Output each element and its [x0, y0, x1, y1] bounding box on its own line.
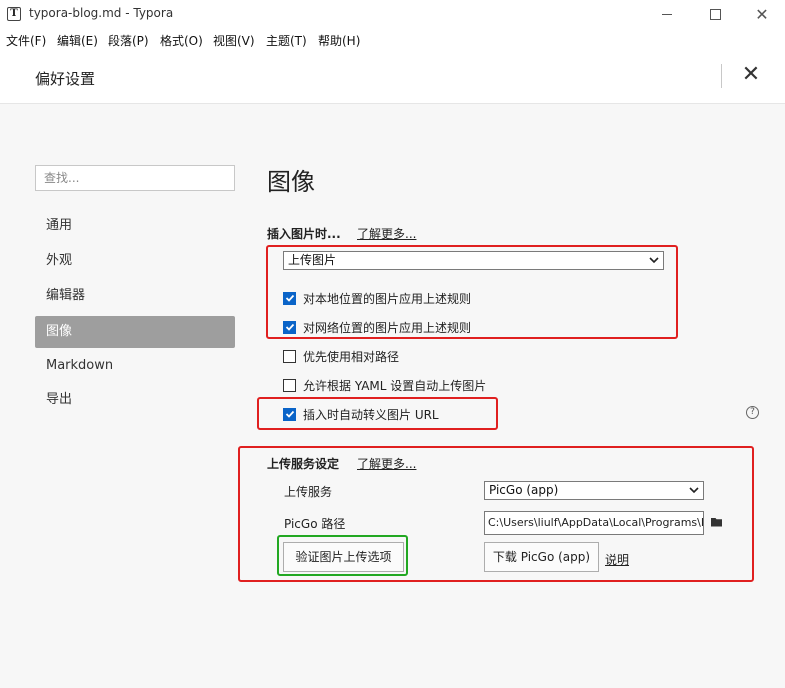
upload-service-value: PicGo (app): [489, 483, 559, 497]
maximize-button[interactable]: [692, 0, 738, 29]
picgo-path-input[interactable]: C:\Users\liulf\AppData\Local\Programs\Pi…: [484, 511, 704, 535]
option-escape-url[interactable]: 插入时自动转义图片 URL: [283, 405, 439, 423]
option-label: 对本地位置的图片应用上述规则: [303, 291, 472, 306]
option-label: 允许根据 YAML 设置自动上传图片: [303, 378, 487, 393]
sidebar-item-markdown[interactable]: Markdown: [35, 350, 235, 382]
checkbox-unchecked-icon[interactable]: [283, 378, 296, 392]
sidebar-item-general[interactable]: 通用: [35, 210, 235, 242]
checkbox-checked-icon[interactable]: [283, 407, 296, 421]
header-divider: [721, 64, 722, 88]
menu-view[interactable]: 视图(V): [213, 32, 255, 49]
menu-format[interactable]: 格式(O): [160, 32, 203, 49]
insert-action-select[interactable]: 上传图片: [283, 251, 664, 270]
download-picgo-button[interactable]: 下载 PicGo (app): [484, 542, 599, 572]
option-apply-network[interactable]: 对网络位置的图片应用上述规则: [283, 318, 471, 336]
option-label: 优先使用相对路径: [303, 349, 400, 364]
preferences-close-button[interactable]: ✕: [740, 62, 762, 88]
insert-action-value: 上传图片: [288, 253, 337, 267]
validate-upload-button[interactable]: 验证图片上传选项: [283, 542, 404, 572]
title-bar: T typora-blog.md - Typora ✕: [0, 0, 785, 29]
upload-service-label: 上传服务: [284, 485, 333, 499]
sidebar-item-export[interactable]: 导出: [35, 384, 235, 416]
sidebar-item-appearance[interactable]: 外观: [35, 245, 235, 277]
upload-learn-more-link[interactable]: 了解更多...: [357, 455, 416, 472]
option-label: 对网络位置的图片应用上述规则: [303, 320, 472, 335]
option-yaml-auto-upload[interactable]: 允许根据 YAML 设置自动上传图片: [283, 376, 486, 394]
chevron-down-icon: [649, 257, 659, 264]
menu-edit[interactable]: 编辑(E): [57, 32, 98, 49]
window-title: typora-blog.md - Typora: [29, 6, 174, 20]
menu-file[interactable]: 文件(F): [6, 32, 46, 49]
insert-image-section-title: 插入图片时...: [267, 227, 341, 241]
menu-paragraph[interactable]: 段落(P): [108, 32, 149, 49]
option-label: 插入时自动转义图片 URL: [303, 407, 439, 422]
close-icon: ✕: [755, 5, 769, 24]
menu-help[interactable]: 帮助(H): [318, 32, 360, 49]
checkbox-checked-icon[interactable]: [283, 320, 296, 334]
checkbox-checked-icon[interactable]: [283, 291, 296, 305]
typora-app-icon: T: [7, 7, 21, 21]
explain-link[interactable]: 说明: [605, 551, 629, 568]
window-close-button[interactable]: ✕: [739, 0, 785, 29]
chevron-down-icon: [689, 487, 699, 494]
preferences-title: 偏好设置: [35, 70, 96, 88]
page-title: 图像: [267, 168, 315, 196]
preferences-search-input[interactable]: [35, 165, 235, 191]
checkbox-unchecked-icon[interactable]: [283, 349, 296, 363]
option-apply-local[interactable]: 对本地位置的图片应用上述规则: [283, 289, 471, 307]
help-icon[interactable]: ?: [746, 406, 759, 419]
sidebar-item-image[interactable]: 图像: [35, 316, 235, 348]
preferences-header: 偏好设置 ✕: [0, 51, 785, 104]
upload-service-section-title: 上传服务设定: [267, 457, 340, 471]
option-relative-path[interactable]: 优先使用相对路径: [283, 347, 399, 365]
picgo-path-label: PicGo 路径: [284, 517, 346, 531]
insert-learn-more-link[interactable]: 了解更多...: [357, 225, 416, 242]
close-icon: ✕: [741, 62, 761, 87]
minimize-button[interactable]: [644, 0, 690, 29]
menu-theme[interactable]: 主题(T): [266, 32, 307, 49]
menu-bar: 文件(F) 编辑(E) 段落(P) 格式(O) 视图(V) 主题(T) 帮助(H…: [0, 29, 785, 51]
sidebar-item-editor[interactable]: 编辑器: [35, 280, 235, 312]
upload-service-select[interactable]: PicGo (app): [484, 481, 704, 500]
folder-icon[interactable]: [711, 517, 723, 527]
